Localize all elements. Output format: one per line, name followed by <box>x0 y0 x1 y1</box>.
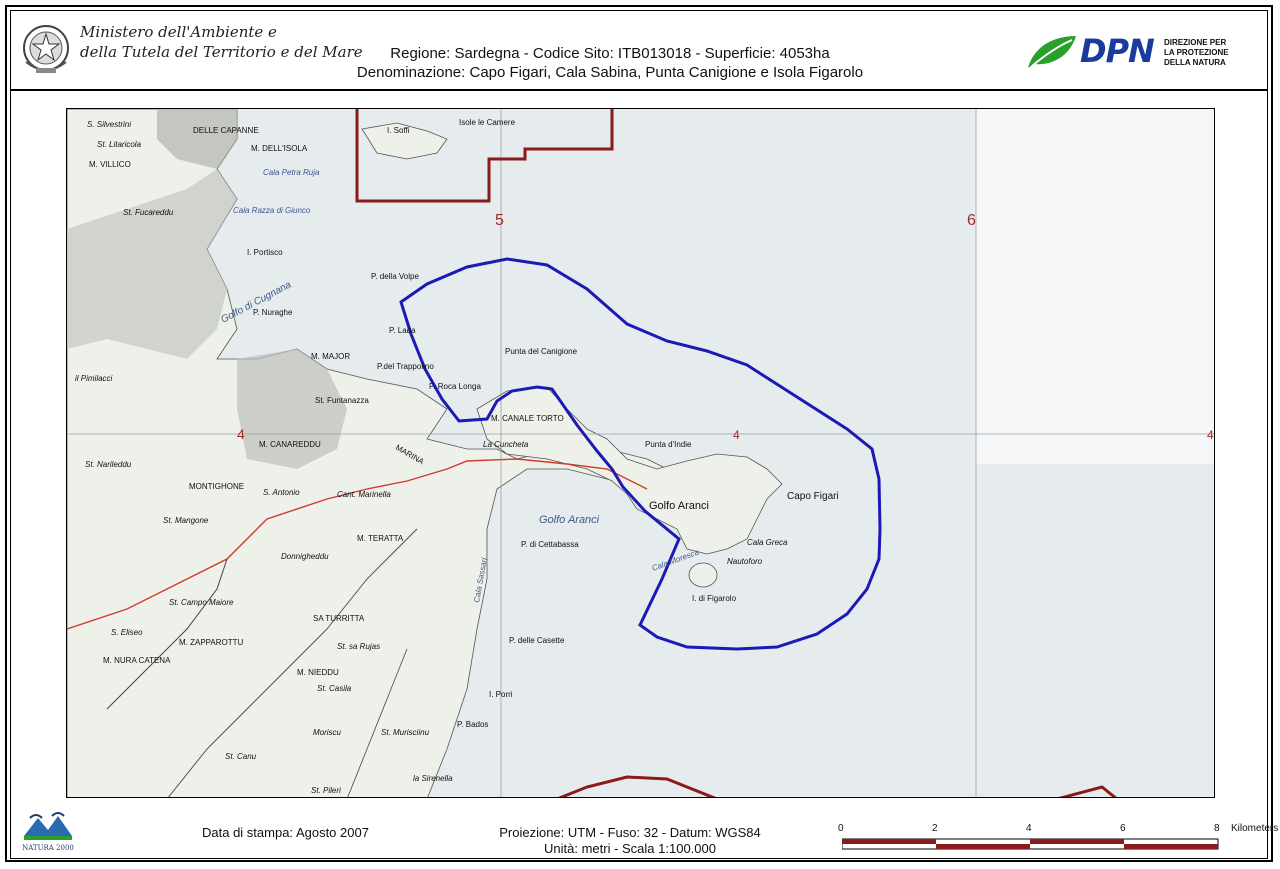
projection-line-1: Proiezione: UTM - Fuso: 32 - Datum: WGS8… <box>499 825 761 840</box>
place-marinella: Cant. Marinella <box>337 490 391 499</box>
place-teratta: M. TERATTA <box>357 534 404 543</box>
place-nuraghe: P. Nuraghe <box>253 308 293 317</box>
place-saturritta: SA TURRITTA <box>313 614 365 623</box>
place-cettabassa: P. di Cettabassa <box>521 540 579 549</box>
place-roca-longa: P. Roca Longa <box>429 382 481 391</box>
place-porri: I. Porri <box>489 690 513 699</box>
place-villico: M. VILLICO <box>89 160 131 169</box>
dpn-sub-2: LA PROTEZIONE <box>1164 48 1229 57</box>
site-name-line: Denominazione: Capo Figari, Cala Sabina,… <box>356 64 864 81</box>
place-volpe: P. della Volpe <box>371 272 419 281</box>
isola-figarolo <box>688 562 718 588</box>
natura-2000-text: NATURA 2000 <box>22 844 74 852</box>
place-nieddu: M. NIEDDU <box>297 668 339 677</box>
sea-label-golfo-aranci: Golfo Aranci <box>539 514 600 526</box>
place-sirenella: la Sirenella <box>413 774 453 783</box>
place-nura-catena: M. NURA CATENA <box>103 656 171 665</box>
scale-tick-2: 2 <box>932 823 938 834</box>
place-elisei: S. Eliseo <box>111 628 143 637</box>
place-isola: M. DELL'ISOLA <box>251 144 308 153</box>
scale-tick-6: 6 <box>1120 823 1126 834</box>
site-code-line: Regione: Sardegna - Codice Sito: ITB0130… <box>390 45 830 62</box>
place-petra-ruja: Cala Petra Ruja <box>263 168 320 177</box>
republic-emblem-icon <box>20 22 72 78</box>
scale-bar: 0 2 4 6 8 Kilometers <box>836 823 1279 853</box>
scale-bar-graphic <box>842 838 1219 850</box>
grid-label-4-west: 4 <box>237 426 245 442</box>
place-zapparottu: M. ZAPPAROTTU <box>179 638 244 647</box>
grid-label-5: 5 <box>495 212 504 229</box>
projection-info: Proiezione: UTM - Fuso: 32 - Datum: WGS8… <box>470 825 790 857</box>
place-pimilacci: il Pimilacci <box>75 374 113 383</box>
natura-2000-icon <box>22 808 74 842</box>
place-lada: P. Lada <box>389 326 416 335</box>
place-silvestrini: S. Silvestrini <box>87 120 131 129</box>
place-rujas: St. sa Rujas <box>337 642 380 651</box>
dpn-logo: DPN DIREZIONE PER LA PROTEZIONE DELLA NA… <box>1024 32 1244 74</box>
place-montighone: MONTIGHONE <box>189 482 244 491</box>
scale-tick-8: 8 <box>1214 823 1220 834</box>
place-litaricola: St. Litaricola <box>97 140 142 149</box>
place-casila: St. Casila <box>317 684 352 693</box>
place-funtanazza: St. Funtanazza <box>315 396 369 405</box>
place-murisciinu: St. Murisciinu <box>381 728 430 737</box>
print-date: Data di stampa: Agosto 2007 <box>202 825 369 840</box>
scale-tick-0: 0 <box>838 823 844 834</box>
place-cuncheta: La Cuncheta <box>483 440 529 449</box>
place-narileddu: St. Narileddu <box>85 460 132 469</box>
place-canareddu: M. CANAREDDU <box>259 440 321 449</box>
place-camere: Isole le Camere <box>459 118 516 127</box>
dpn-sub-3: DELLA NATURA <box>1164 58 1226 67</box>
place-bados: P. Bados <box>457 720 488 729</box>
site-info: Regione: Sardegna - Codice Sito: ITB0130… <box>300 44 920 82</box>
place-portisco: I. Portisco <box>247 248 283 257</box>
dpn-logo-text: DPN <box>1080 32 1155 70</box>
place-indie: Punta d'Indie <box>645 440 692 449</box>
place-campo-maiore: St. Campo Maiore <box>169 598 234 607</box>
place-canigione: Punta del Canigione <box>505 347 578 356</box>
leaf-icon <box>1028 36 1076 68</box>
place-golfo-aranci: Golfo Aranci <box>649 500 709 512</box>
place-cala-greca: Cala Greca <box>747 538 788 547</box>
place-casette: P. delle Casette <box>509 636 565 645</box>
place-razza: Cala Razza di Giunco <box>233 206 311 215</box>
place-capo-figari: Capo Figari <box>787 491 839 502</box>
grid-label-4-mid: 4 <box>733 428 740 442</box>
map-area[interactable]: 5 6 4 4 4 Golfo Aranci I. Soffi Isole le… <box>66 108 1215 798</box>
place-trappolino: P.del Trappolino <box>377 362 434 371</box>
scale-tick-4: 4 <box>1026 823 1032 834</box>
place-pileri: St. Pileri <box>311 786 341 795</box>
dpn-subtitle: DIREZIONE PER LA PROTEZIONE DELLA NATURA <box>1164 38 1229 68</box>
place-donnigheddu: Donnigheddu <box>281 552 329 561</box>
scale-unit: Kilometers <box>1231 823 1279 834</box>
place-canu: St. Canu <box>225 752 257 761</box>
place-fucareddu: St. Fucareddu <box>123 208 174 217</box>
place-major: M. MAJOR <box>311 352 350 361</box>
natura-2000-logo: NATURA 2000 <box>20 806 76 854</box>
grid-label-4-east: 4 <box>1207 428 1214 442</box>
grid-label-6: 6 <box>967 212 976 229</box>
projection-line-2: Unità: metri - Scala 1:100.000 <box>544 841 716 856</box>
place-capanne: DELLE CAPANNE <box>193 126 259 135</box>
dpn-sub-1: DIREZIONE PER <box>1164 38 1227 47</box>
place-canale-torto: M. CANALE TORTO <box>491 414 564 423</box>
place-moriscu: Moriscu <box>313 728 342 737</box>
place-nautoforo: Nautoforo <box>727 557 763 566</box>
place-figarolo: I. di Figarolo <box>692 594 737 603</box>
place-s-antonio: S. Antonio <box>263 488 300 497</box>
ministry-line-1: Ministero dell'Ambiente e <box>80 23 277 41</box>
place-mangone: St. Mangone <box>163 516 209 525</box>
place-soffi: I. Soffi <box>387 126 410 135</box>
